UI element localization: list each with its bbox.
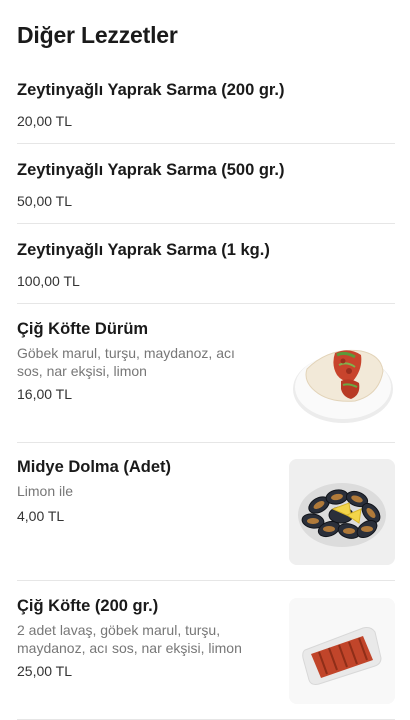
item-description: Göbek marul, turşu, maydanoz, acı sos, n… <box>17 345 235 379</box>
item-name: Zeytinyağlı Yaprak Sarma (500 gr.) <box>17 161 285 179</box>
menu-item[interactable]: Çiğ Köfte Dürüm Göbek marul, turşu, mayd… <box>17 319 395 443</box>
menu-item[interactable]: Zeytinyağlı Yaprak Sarma (500 gr.) 50,00… <box>17 160 395 224</box>
item-price: 20,00 TL <box>17 113 73 129</box>
item-price: 100,00 TL <box>17 273 80 289</box>
item-name: Zeytinyağlı Yaprak Sarma (1 kg.) <box>17 241 270 259</box>
menu-item[interactable]: Midye Dolma (Adet) Limon ile 4,00 TL <box>17 457 395 581</box>
cig-kofte-tray-photo <box>289 598 395 704</box>
item-description: 2 adet lavaş, göbek marul, turşu, maydan… <box>17 622 242 656</box>
section-title: Diğer Lezzetler <box>17 22 178 48</box>
menu-item[interactable]: Zeytinyağlı Yaprak Sarma (200 gr.) 20,00… <box>17 80 395 144</box>
durum-wrap-photo <box>289 325 395 431</box>
menu-item[interactable]: Çiğ Köfte (200 gr.) 2 adet lavaş, göbek … <box>17 596 395 720</box>
stuffed-mussels-photo <box>289 459 395 565</box>
item-name: Zeytinyağlı Yaprak Sarma (200 gr.) <box>17 81 285 99</box>
item-price: 50,00 TL <box>17 193 73 209</box>
menu-item[interactable]: Zeytinyağlı Yaprak Sarma (1 kg.) 100,00 … <box>17 240 395 304</box>
item-description: Limon ile <box>17 483 74 499</box>
